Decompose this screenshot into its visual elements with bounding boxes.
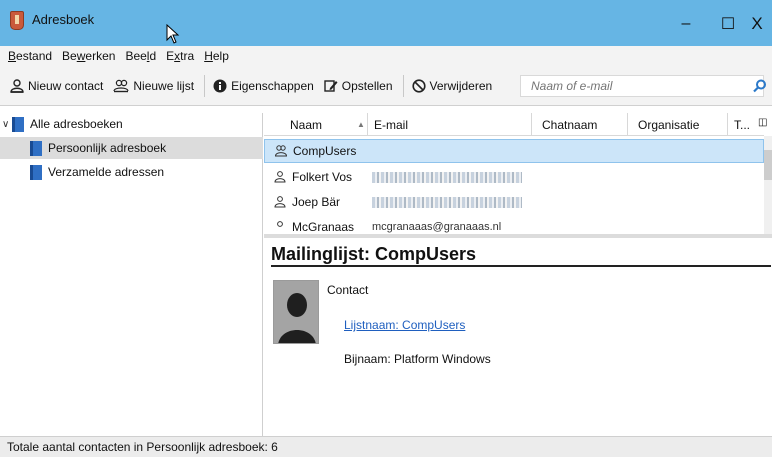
contact-section-label: Contact <box>327 283 369 297</box>
address-book-icon <box>30 140 42 156</box>
compose-label: Opstellen <box>341 78 393 93</box>
info-icon <box>213 79 227 92</box>
nickname-text: Bijnaam: Platform Windows <box>344 352 491 366</box>
compose-button[interactable]: Opstellen <box>324 79 393 93</box>
address-book-app-icon <box>10 10 24 30</box>
mailing-list-icon <box>275 145 287 157</box>
tree-item-collected-addresses[interactable]: Verzamelde adressen <box>0 161 263 183</box>
table-row[interactable]: CompUsers <box>264 139 764 163</box>
status-text: Totale aantal contacten in Persoonlijk a… <box>7 440 278 454</box>
toolbar-separator <box>402 74 404 97</box>
address-book-window: Adresboek – ☐ X Bestand Bewerken Beeld E… <box>0 0 772 457</box>
contact-details-pane: Mailinglijst: CompUsers Contact Lijstnaa… <box>264 238 772 436</box>
new-list-label: Nieuwe lijst <box>133 78 195 93</box>
toolbar: Nieuw contact Nieuwe lijst Eigenschappen <box>0 66 772 106</box>
search-input[interactable] <box>531 79 731 93</box>
sort-ascending-icon: ▲ <box>357 120 365 129</box>
new-list-icon <box>113 79 129 92</box>
new-list-button[interactable]: Nieuwe lijst <box>113 79 194 93</box>
column-header-email[interactable]: E-mail <box>368 113 532 136</box>
tree-item-all-address-books[interactable]: ∨ Alle adresboeken <box>0 113 263 135</box>
contact-email: mcgranaaas@granaaas.nl <box>372 221 502 233</box>
menu-help[interactable]: Help <box>204 49 229 63</box>
close-button[interactable]: X <box>742 10 772 38</box>
heading-underline <box>271 265 771 267</box>
mouse-cursor-icon <box>166 24 180 44</box>
column-header-chat-name[interactable]: Chatnaam <box>532 113 628 136</box>
contact-name: McGranaas <box>292 220 355 234</box>
new-contact-button[interactable]: Nieuw contact <box>10 79 103 93</box>
new-contact-icon <box>10 78 24 93</box>
window-title: Adresboek <box>32 11 95 27</box>
contact-name: CompUsers <box>293 144 357 158</box>
minimize-button[interactable]: – <box>663 10 709 38</box>
toolbar-separator <box>204 74 206 97</box>
table-row[interactable]: Folkert Vos <box>264 165 764 189</box>
address-book-icon <box>12 116 24 132</box>
tree-item-personal-address-book[interactable]: Persoonlijk adresboek <box>0 137 263 159</box>
column-header-name[interactable]: Naam ▲ <box>264 113 368 136</box>
address-book-icon <box>30 164 42 180</box>
menu-bar: Bestand Bewerken Beeld Extra Help <box>0 46 772 66</box>
delete-label: Verwijderen <box>429 78 493 93</box>
default-avatar-icon <box>274 281 318 343</box>
search-box <box>520 75 767 97</box>
list-name-link[interactable]: Lijstnaam: CompUsers <box>344 318 465 332</box>
delete-button[interactable]: Verwijderen <box>411 78 493 93</box>
chevron-down-icon[interactable]: ∨ <box>2 119 12 130</box>
new-contact-label: Nieuw contact <box>28 78 104 93</box>
contact-name: Joep Bär <box>292 195 341 209</box>
list-header: Naam ▲ E-mail Chatnaam Organisatie T... … <box>264 113 767 136</box>
address-book-tree: ∨ Alle adresboeken Persoonlijk adresboek… <box>0 113 263 436</box>
avatar <box>273 280 319 344</box>
menu-bewerken[interactable]: Bewerken <box>62 49 115 63</box>
column-header-organization[interactable]: Organisatie <box>628 113 728 136</box>
tree-item-label: Alle adresboeken <box>30 117 123 131</box>
table-row[interactable]: Joep Bär <box>264 190 764 214</box>
table-row[interactable]: McGranaas mcgranaaas@granaaas.nl <box>264 215 764 234</box>
column-picker-icon[interactable]: ◫ <box>758 117 767 128</box>
menu-beeld[interactable]: Beeld <box>125 49 156 63</box>
person-icon <box>274 196 286 208</box>
details-heading: Mailinglijst: CompUsers <box>271 244 477 264</box>
menu-bestand[interactable]: Bestand <box>8 49 52 63</box>
delete-icon <box>411 78 426 93</box>
properties-label: Eigenschappen <box>231 78 314 93</box>
person-icon <box>277 221 283 227</box>
tree-item-label: Persoonlijk adresboek <box>48 141 167 155</box>
search-icon[interactable] <box>753 79 767 93</box>
person-icon <box>274 171 286 183</box>
list-scrollbar[interactable] <box>764 136 772 234</box>
tree-item-label: Verzamelde adressen <box>48 165 165 179</box>
pencil-icon <box>324 79 338 92</box>
status-bar: Totale aantal contacten in Persoonlijk a… <box>0 436 772 457</box>
title-bar: Adresboek – ☐ X <box>0 0 772 46</box>
contact-name: Folkert Vos <box>292 170 353 184</box>
redacted-email <box>372 196 522 208</box>
contacts-list: Naam ▲ E-mail Chatnaam Organisatie T... … <box>264 113 772 234</box>
scrollbar-thumb[interactable] <box>764 150 772 180</box>
menu-extra[interactable]: Extra <box>166 49 194 63</box>
redacted-email <box>372 171 522 183</box>
properties-button[interactable]: Eigenschappen <box>213 79 314 93</box>
column-header-phone[interactable]: T... <box>728 113 758 136</box>
